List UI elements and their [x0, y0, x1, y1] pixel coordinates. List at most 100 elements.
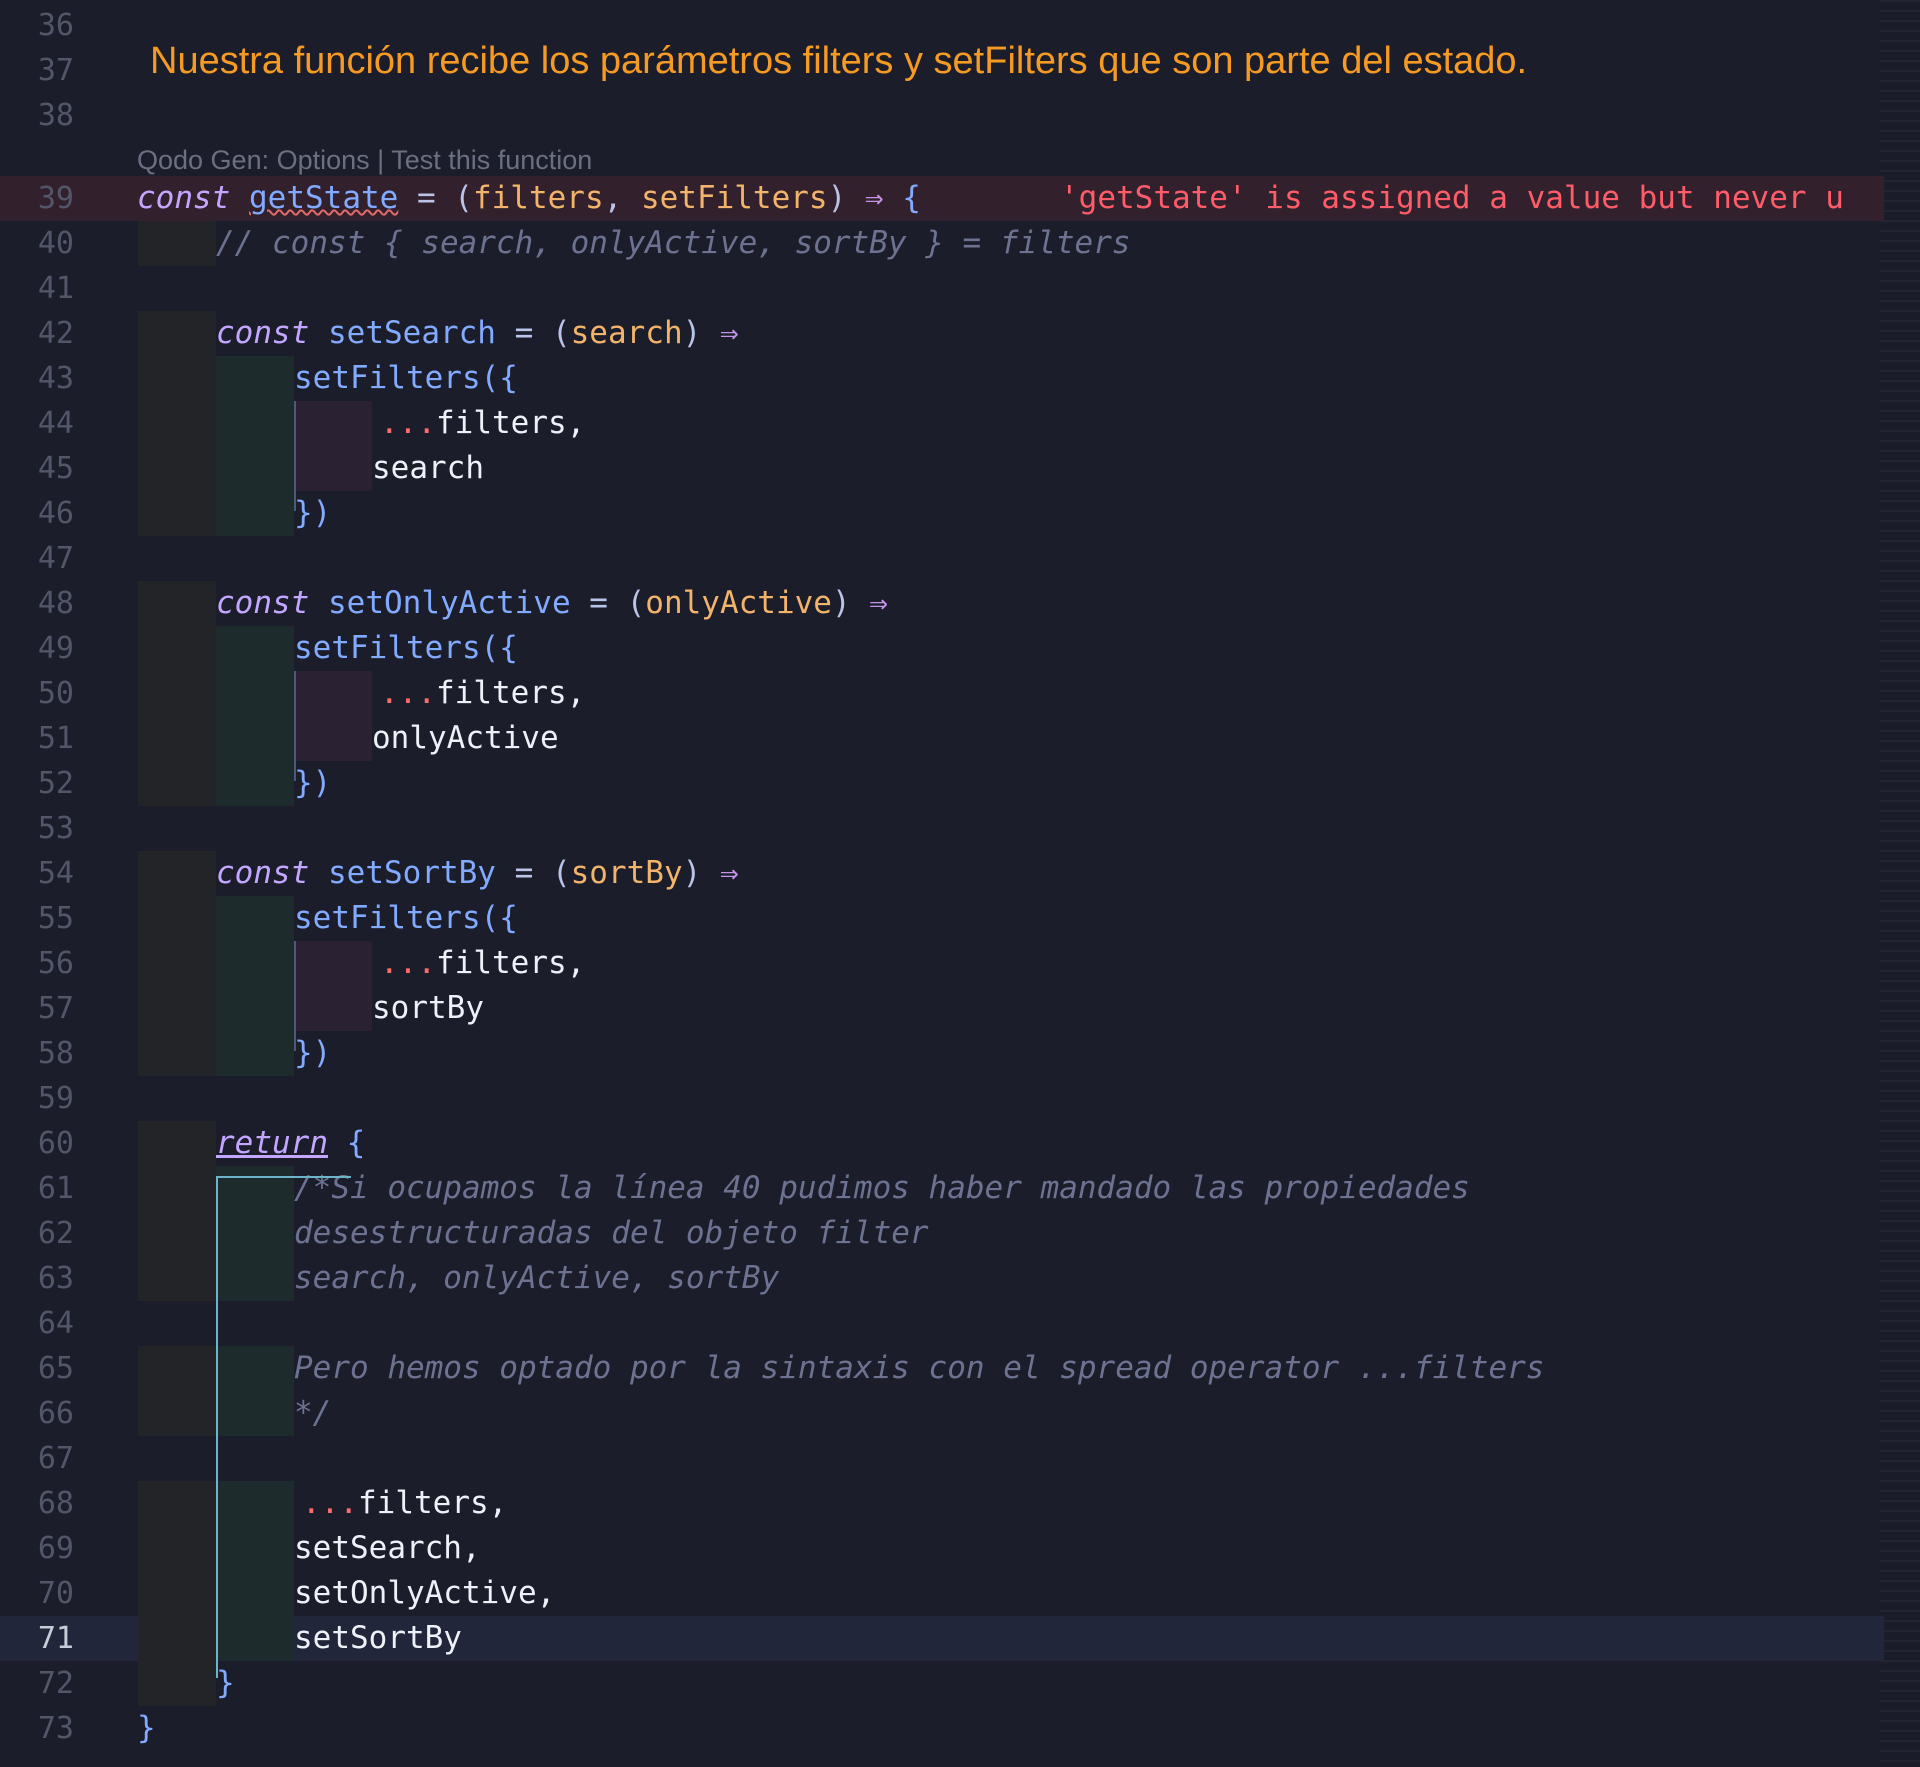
line-number: 60 [37, 1126, 74, 1161]
codelens-test-link[interactable]: Test this function [391, 145, 592, 175]
indent-guide-fill [294, 716, 372, 761]
bracket-guide-setsearch [294, 401, 296, 511]
code-line[interactable]: setFilters({ [294, 626, 518, 671]
indent-guide-fill [294, 401, 372, 446]
indent-guide-fill [138, 761, 216, 806]
code-line[interactable]: ...filters, [302, 1481, 507, 1526]
token-variable-error[interactable]: getState [249, 180, 398, 216]
indent-guide-fill [138, 896, 216, 941]
code-line[interactable]: ...filters, [380, 671, 585, 716]
line-number: 52 [37, 766, 74, 801]
error-lens-message: 'getState' is assigned a value but never… [1060, 180, 1844, 216]
token-function: setFilters [294, 360, 481, 396]
token-parameter: onlyActive [645, 585, 832, 621]
line-number: 68 [37, 1486, 74, 1521]
token-operator: = ( [495, 315, 571, 351]
comment-line[interactable]: desestructuradas del objeto filter [294, 1211, 929, 1256]
token-function: setFilters [294, 630, 481, 666]
bracket-guide-setonlyactive [294, 671, 296, 781]
line-number: 40 [37, 226, 74, 261]
indent-guide-fill [216, 1571, 294, 1616]
token-function: setFilters [294, 900, 481, 936]
token-keyword: const [216, 855, 310, 891]
token-spread: ... [380, 675, 436, 711]
token-variable: filters, [436, 405, 586, 441]
token-parameter: setFilters [640, 180, 828, 216]
line-number: 67 [37, 1441, 74, 1476]
token-arrow: ⇒ [869, 585, 888, 621]
bracket-guide-return [216, 1176, 218, 1678]
line-number: 37 [37, 53, 74, 88]
code-line[interactable]: search [372, 446, 484, 491]
indent-guide-fill [216, 1391, 294, 1436]
code-line[interactable]: const setSortBy = (sortBy) ⇒ [216, 851, 739, 896]
indent-guide-fill [138, 626, 216, 671]
token-brace: { [883, 180, 921, 216]
indent-guide-fill [138, 581, 216, 626]
indent-guide-fill [216, 1211, 294, 1256]
code-line[interactable]: } [137, 1706, 156, 1751]
indent-guide-fill [216, 1346, 294, 1391]
indent-guide-fill [138, 356, 216, 401]
indent-guide-fill [138, 311, 216, 356]
bracket-guide-return-top [216, 1176, 351, 1178]
indent-guide-fill [216, 671, 294, 716]
code-line-active[interactable]: setSortBy [294, 1616, 462, 1661]
code-line[interactable]: setFilters({ [294, 356, 518, 401]
codelens-bar: Qodo Gen: Options | Test this function [137, 145, 592, 176]
code-line[interactable]: const getState = (filters, setFilters) ⇒… [137, 176, 921, 221]
codelens-options-link[interactable]: Options [277, 145, 370, 175]
indent-guide-fill [294, 986, 372, 1031]
minimap[interactable] [1880, 0, 1920, 1767]
code-line[interactable]: return { [216, 1121, 365, 1166]
line-number: 66 [37, 1396, 74, 1431]
code-line[interactable]: setOnlyActive, [294, 1571, 555, 1616]
codelens-prefix: Qodo Gen: [137, 145, 277, 175]
indent-guide-fill [138, 1661, 216, 1706]
code-editor[interactable]: Nuestra función recibe los parámetros fi… [0, 0, 1920, 1767]
code-line[interactable]: }) [294, 491, 331, 536]
code-line[interactable]: ...filters, [380, 401, 585, 446]
code-line[interactable]: sortBy [372, 986, 484, 1031]
line-number: 72 [37, 1666, 74, 1701]
token-brace: ({ [480, 360, 518, 396]
line-number: 53 [37, 811, 74, 846]
indent-guide-fill [216, 986, 294, 1031]
line-number: 50 [37, 676, 74, 711]
token-spread: ... [380, 405, 436, 441]
code-line[interactable]: onlyActive [372, 716, 559, 761]
indent-guide-fill [138, 1256, 216, 1301]
indent-guide-fill [138, 1616, 216, 1661]
comment-line[interactable]: Pero hemos optado por la sintaxis con el… [294, 1346, 1544, 1391]
token-punctuation: ) [831, 585, 870, 621]
token-brace: ({ [480, 900, 518, 936]
comment-line[interactable]: */ [294, 1391, 331, 1436]
comment-line[interactable]: /*Si ocupamos la línea 40 pudimos haber … [294, 1166, 1470, 1211]
code-line[interactable]: ...filters, [380, 941, 585, 986]
token-operator: = ( [398, 180, 473, 216]
indent-guide-fill [138, 401, 216, 446]
indent-guide-fill [138, 446, 216, 491]
code-line[interactable]: } [216, 1661, 235, 1706]
token-spread: ... [380, 945, 436, 981]
indent-guide-fill [138, 1211, 216, 1256]
token-variable: filters, [358, 1485, 508, 1521]
line-number: 42 [37, 316, 74, 351]
indent-guide-fill [294, 446, 372, 491]
token-arrow: ⇒ [864, 180, 884, 216]
indent-guide-fill [138, 941, 216, 986]
comment-line[interactable]: search, onlyActive, sortBy [294, 1256, 779, 1301]
code-line[interactable]: const setSearch = (search) ⇒ [216, 311, 739, 356]
code-line[interactable]: setFilters({ [294, 896, 518, 941]
indent-guide-fill [138, 986, 216, 1031]
code-line[interactable]: setSearch, [294, 1526, 481, 1571]
line-number: 62 [37, 1216, 74, 1251]
code-line[interactable]: const setOnlyActive = (onlyActive) ⇒ [216, 581, 888, 626]
line-number: 58 [37, 1036, 74, 1071]
code-line[interactable]: }) [294, 761, 331, 806]
code-line[interactable]: }) [294, 1031, 331, 1076]
indent-guide-fill [138, 1346, 216, 1391]
comment-line[interactable]: // const { search, onlyActive, sortBy } … [216, 221, 1131, 266]
